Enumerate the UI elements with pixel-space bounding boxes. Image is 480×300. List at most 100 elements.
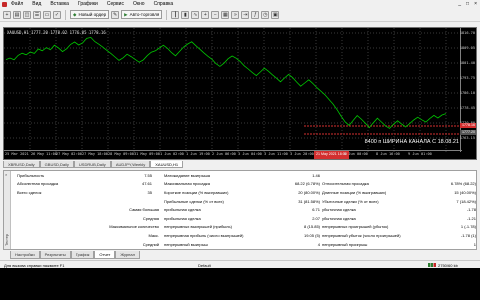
minimize-icon[interactable]: _: [458, 1, 461, 7]
candles-icon[interactable]: ▮: [181, 10, 190, 19]
report-value: 7.55: [144, 172, 152, 178]
report-value: Средний: [142, 241, 159, 247]
shift-icon[interactable]: ⇥: [241, 10, 250, 19]
time-label: 3 Jun 11:00: [264, 152, 288, 156]
menu-insert[interactable]: Вставка: [50, 1, 69, 7]
time-axis: 25 Mar 2021 26 May 11:00 27 May 02:00 27…: [4, 150, 462, 159]
report-label: Прибыльность: [17, 172, 45, 178]
market-watch-icon[interactable]: ◫: [23, 10, 31, 19]
toolbar-separator: [65, 9, 66, 20]
report-value: 4: [317, 241, 320, 247]
zoom-out-icon[interactable]: −: [211, 10, 220, 19]
chart-tab[interactable]: GBUSD,Daily: [39, 161, 74, 168]
report-label: убыточная сделка: [322, 215, 356, 221]
report-label: Длинные позиции (% выигравших): [322, 189, 387, 195]
templates-icon[interactable]: ▣: [271, 10, 280, 19]
report-row: Прибыльные сделки (% от всех) 31 (81.58%)…: [12, 198, 476, 205]
price-label: 1809.05: [459, 46, 475, 50]
periods-icon[interactable]: ◷: [261, 10, 270, 19]
price-label: 1816.70: [459, 31, 475, 35]
line-chart-icon[interactable]: ∿: [191, 10, 200, 19]
report-value: Максимальное количество: [109, 224, 159, 230]
report-label: прибыльная сделка: [164, 207, 201, 213]
channel-annotation[interactable]: 8400 п ШИРИНА КАНАЛА С 18.08.21: [364, 139, 459, 145]
chart-tab[interactable]: AUDJPY,Weekly: [110, 161, 151, 168]
time-label: 8 Jun 00:00: [344, 152, 368, 156]
profiles-icon[interactable]: ▤: [13, 10, 21, 19]
bid-price-badge: 1778.16: [460, 123, 476, 128]
navigator-icon[interactable]: ☰: [33, 10, 41, 19]
menu-bar: Файл Вид Вставка Графики Сервис Окно Спр…: [0, 0, 480, 8]
chart-tab-active[interactable]: XAUUSD,H1: [150, 161, 184, 168]
chart-canvas[interactable]: [4, 28, 460, 152]
tester-icon[interactable]: ✓: [53, 10, 61, 19]
tab-results[interactable]: Результаты: [39, 251, 71, 259]
menu-tools[interactable]: Сервис: [107, 1, 124, 7]
time-label: 3 Jun 04:00: [238, 152, 262, 156]
tester-side-label: Тестер: [5, 233, 9, 246]
connection-traffic: 2750/60 kb: [438, 262, 458, 268]
report-label: непрерывный убыток (число проигрышей): [322, 232, 401, 238]
report-row: Самая большая прибыльная сделка 6.71 убыточ…: [12, 206, 476, 213]
menu-help[interactable]: Справка: [154, 1, 174, 7]
bar-chart-icon[interactable]: ┃: [171, 10, 180, 19]
report-label: Прибыльные сделки (% от всех): [164, 198, 224, 204]
terminal-icon[interactable]: ▭: [43, 10, 51, 19]
report-row: Средний непрерывный выигрыш 4 непрерывный п…: [12, 241, 476, 248]
report-value: -1.21: [466, 215, 476, 221]
report-value: Макс.: [148, 232, 159, 238]
autotrade-label: Авто-торговля: [129, 12, 160, 17]
tab-graph[interactable]: График: [70, 251, 95, 259]
price-label: 1786.10: [459, 91, 475, 95]
menu-window[interactable]: Окно: [133, 1, 145, 7]
report-label: непрерывный выигрыш: [164, 241, 208, 247]
autotrade-button[interactable]: ▶ Авто-торговля: [121, 10, 163, 19]
menu-view[interactable]: Вид: [32, 1, 41, 7]
restore-icon[interactable]: □: [466, 1, 469, 7]
status-bar: Для вызова справки нажмите F1 Default 27…: [0, 260, 480, 268]
toolbar-separator: [166, 9, 168, 20]
report-value: Средняя: [142, 215, 159, 221]
report-label: Матожидание выигрыша: [164, 172, 210, 178]
report-value: 20 (80.00%): [298, 189, 320, 195]
tile-icon[interactable]: ▦: [221, 10, 230, 19]
menu-charts[interactable]: Графики: [78, 1, 98, 7]
price-chart[interactable]: XAUUSD,H1 1777.20 1778.02 1776.85 1778.1…: [3, 27, 477, 160]
close-icon[interactable]: ×: [5, 172, 7, 177]
tab-report[interactable]: Отчет: [94, 251, 116, 259]
report-value: 15 (40.00%): [454, 189, 476, 195]
indicators-icon[interactable]: ƒ: [251, 10, 260, 19]
report-value: 1.46: [312, 172, 320, 178]
report-label: Максимальная просадка: [164, 181, 210, 187]
time-label: 28 May 09:00: [108, 152, 134, 156]
new-order-label: Новый ордер: [78, 12, 107, 17]
report-value: 68.22 (6.78%): [294, 181, 320, 187]
time-label: 3 Jun 20:00: [290, 152, 314, 156]
zoom-in-icon[interactable]: +: [201, 10, 210, 19]
close-icon[interactable]: ×: [474, 1, 477, 7]
price-label: 1793.75: [459, 76, 475, 80]
report-row: Прибыльность 7.55 Матожидание выигрыша 1.46: [12, 172, 476, 179]
report-label: Убыточные сделки (% от всех): [322, 198, 379, 204]
tester-side-bar: × Тестер: [4, 171, 11, 249]
menu-file[interactable]: Файл: [11, 1, 23, 7]
new-chart-icon[interactable]: +: [3, 10, 11, 19]
app-logo-icon: [2, 1, 7, 7]
time-label: 9 Jun 01:00: [408, 152, 432, 156]
desktop-background: [0, 268, 480, 300]
new-order-button[interactable]: ◆ Новый ордер: [70, 10, 110, 19]
window-controls: _ □ ×: [458, 1, 477, 7]
time-label: 27 May 18:00: [82, 152, 108, 156]
report-label: Абсолютная просадка: [17, 181, 59, 187]
connection-icon: [428, 263, 436, 267]
tab-settings[interactable]: Настройки: [10, 251, 40, 259]
metaeditor-icon[interactable]: ✎: [111, 10, 120, 19]
chart-tab[interactable]: USDRUB,Daily: [73, 161, 111, 168]
report-value: 19.05 (5): [303, 232, 320, 238]
report-label: непрерывный проигрыш: [322, 241, 368, 247]
report-row: Всего сделок 35 Короткие позиции (% выигра…: [12, 189, 476, 196]
autoscroll-icon[interactable]: »: [231, 10, 240, 19]
tab-journal[interactable]: Журнал: [115, 251, 140, 259]
chart-tab[interactable]: XBRUSD,Daily: [3, 161, 40, 168]
status-connection: 2750/60 kb: [428, 263, 458, 268]
